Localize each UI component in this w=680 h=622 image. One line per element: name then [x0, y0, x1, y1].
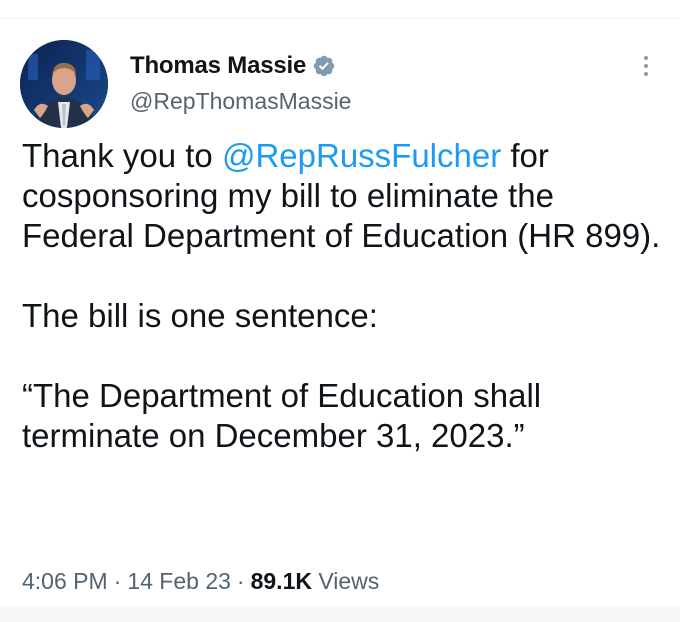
- top-divider: [0, 18, 680, 19]
- more-dot: [644, 64, 648, 68]
- meta-separator: ·: [113, 568, 122, 594]
- tweet-paragraph-2: The bill is one sentence:: [22, 297, 378, 334]
- meta-separator: ·: [236, 568, 245, 594]
- tweet-paragraph-3: “The Department of Education shall termi…: [22, 377, 542, 454]
- more-dot: [644, 72, 648, 76]
- author-handle[interactable]: @RepThomasMassie: [130, 88, 351, 115]
- bottom-strip: [0, 606, 680, 622]
- tweet-time[interactable]: 4:06 PM: [22, 568, 108, 594]
- tweet-meta: 4:06 PM · 14 Feb 23 · 89.1K Views: [22, 568, 379, 595]
- tweet-text-segment: Thank you to: [22, 137, 222, 174]
- avatar-photo: [20, 40, 108, 128]
- verified-badge-icon[interactable]: [312, 54, 336, 78]
- author-display-name[interactable]: Thomas Massie: [130, 52, 306, 80]
- more-dot: [644, 56, 648, 60]
- avatar[interactable]: [20, 40, 108, 128]
- views-count[interactable]: 89.1K: [251, 568, 312, 594]
- tweet-paragraph-1: Thank you to @RepRussFulcher for cospons…: [22, 136, 662, 256]
- author-name-row: Thomas Massie: [130, 50, 351, 82]
- tweet-author: Thomas Massie @RepThomasMassie: [130, 50, 351, 115]
- tweet-text: Thank you to @RepRussFulcher for cospons…: [22, 136, 662, 456]
- more-options-icon[interactable]: [636, 52, 656, 80]
- tweet-date[interactable]: 14 Feb 23: [127, 568, 231, 594]
- views-label[interactable]: Views: [318, 568, 379, 594]
- mention-link[interactable]: @RepRussFulcher: [222, 137, 501, 174]
